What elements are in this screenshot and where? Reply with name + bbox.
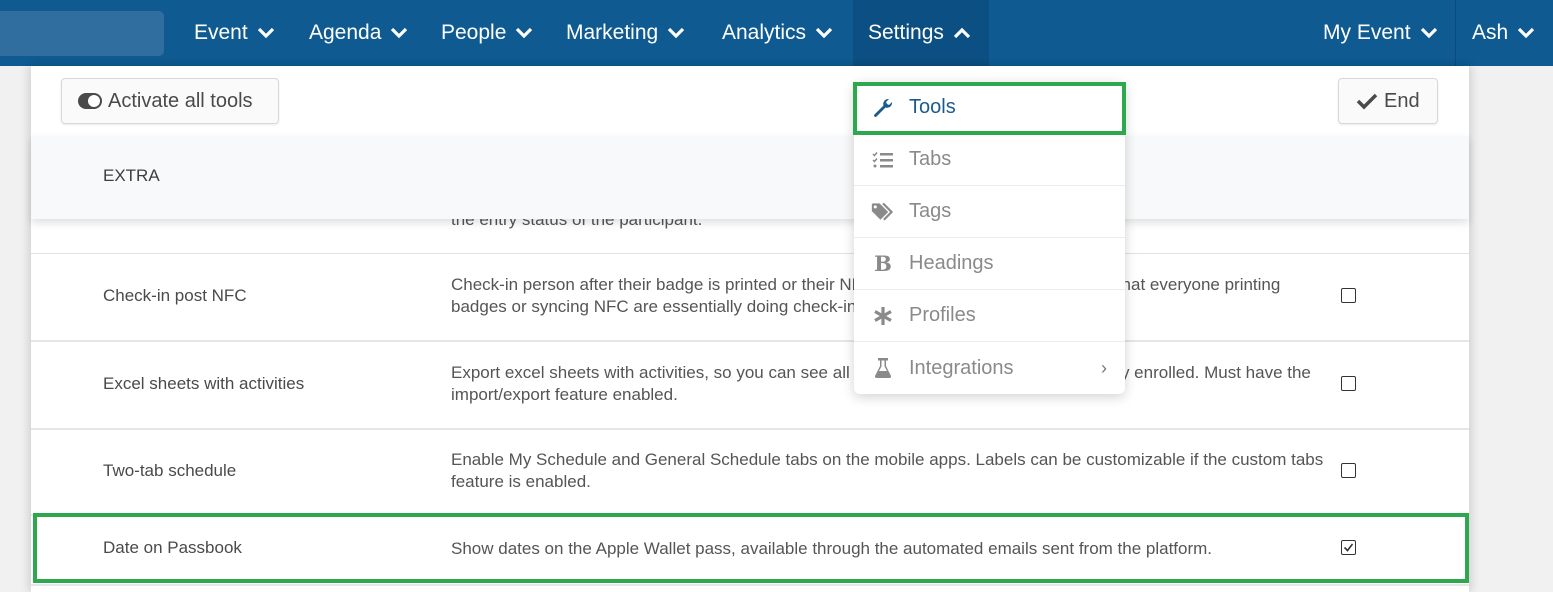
chevron-down-icon <box>1518 27 1535 39</box>
table-row: Two-tab schedule Enable My Schedule and … <box>31 430 1469 516</box>
chevron-down-icon <box>391 27 408 39</box>
row-checkbox[interactable] <box>1341 288 1356 303</box>
checkmark-icon <box>1343 543 1354 552</box>
row-name: Date on Passbook <box>103 538 242 557</box>
chevron-down-icon <box>257 27 274 39</box>
row-name: Excel sheets with activities <box>103 374 305 393</box>
chevron-right-icon: › <box>1101 357 1107 378</box>
event-selector[interactable]: My Event <box>1308 0 1453 66</box>
row-name: Check-in post NFC <box>103 286 247 305</box>
menu-item-tags[interactable]: Tags <box>854 186 1125 238</box>
nav-item-label: Settings <box>868 21 944 44</box>
tools-panel: Activate all tools End EXTRA the entry s… <box>31 66 1469 592</box>
menu-item-profiles[interactable]: Profiles <box>854 290 1125 342</box>
menu-item-tabs[interactable]: Tabs <box>854 134 1125 186</box>
end-label: End <box>1384 89 1420 112</box>
nav-item-marketing[interactable]: Marketing <box>551 0 700 66</box>
wrench-icon <box>871 96 895 120</box>
nav-item-label: People <box>441 21 507 44</box>
row-checkbox[interactable] <box>1341 376 1356 391</box>
check-icon <box>1356 93 1378 110</box>
flask-icon <box>871 356 895 380</box>
row-description: the entry status of the participant. <box>451 219 703 229</box>
user-menu[interactable]: Ash <box>1457 0 1550 66</box>
table-row-partial: the entry status of the participant. <box>31 219 1469 254</box>
nav-item-label: Analytics <box>722 21 807 44</box>
section-title: EXTRA <box>103 166 160 185</box>
activate-all-tools-button[interactable]: Activate all tools <box>61 78 279 124</box>
table-row: Excel sheets with activities Export exce… <box>31 342 1469 430</box>
nav-item-analytics[interactable]: Analytics <box>707 0 848 66</box>
chevron-down-icon <box>1420 27 1437 39</box>
row-name: Two-tab schedule <box>103 461 237 480</box>
toolbar: Activate all tools End <box>31 66 1469 136</box>
nav-search-box[interactable] <box>0 11 164 56</box>
menu-item-headings[interactable]: B Headings <box>854 238 1125 290</box>
chevron-down-icon <box>668 27 685 39</box>
bold-icon: B <box>874 251 892 276</box>
toggle-icon <box>78 93 102 109</box>
nav-item-agenda[interactable]: Agenda <box>294 0 423 66</box>
nav-item-settings[interactable]: Settings <box>853 0 989 66</box>
chevron-down-icon <box>516 27 533 39</box>
event-selector-label: My Event <box>1323 21 1411 44</box>
nav-item-label: Agenda <box>309 21 382 44</box>
asterisk-icon <box>871 304 895 328</box>
row-checkbox[interactable] <box>1341 463 1356 478</box>
list-check-icon <box>871 148 895 172</box>
settings-dropdown-menu: Tools Tabs Tags B Headings Profiles Inte… <box>854 82 1125 394</box>
menu-item-label: Headings <box>909 252 994 274</box>
menu-item-label: Integrations <box>909 356 1014 379</box>
menu-item-label: Tags <box>909 200 952 222</box>
user-name: Ash <box>1472 21 1509 44</box>
table-row: Date on Passbook Show dates on the Apple… <box>31 516 1469 586</box>
section-header: EXTRA <box>31 136 1469 219</box>
nav-item-event[interactable]: Event <box>179 0 290 66</box>
menu-item-integrations[interactable]: Integrations › <box>854 342 1125 394</box>
menu-item-label: Profiles <box>909 304 976 326</box>
row-description: Enable My Schedule and General Schedule … <box>451 450 1324 491</box>
menu-item-label: Tabs <box>909 148 952 170</box>
nav-item-label: Event <box>194 21 248 44</box>
menu-item-tools[interactable]: Tools <box>854 82 1125 134</box>
nav-divider <box>1455 0 1456 66</box>
chevron-down-icon <box>815 27 833 39</box>
row-checkbox-checked[interactable] <box>1341 540 1356 555</box>
menu-item-label: Tools <box>909 96 956 118</box>
nav-item-people[interactable]: People <box>426 0 548 66</box>
top-navigation: Event Agenda People Marketing Analytics … <box>0 0 1553 66</box>
nav-item-label: Marketing <box>566 21 659 44</box>
chevron-up-icon <box>953 27 971 39</box>
tags-icon <box>871 200 895 224</box>
row-description: Show dates on the Apple Wallet pass, ava… <box>451 539 1213 558</box>
table-row: Check-in post NFC Check-in person after … <box>31 254 1469 342</box>
dropdown-caret <box>888 69 912 82</box>
activate-all-tools-label: Activate all tools <box>108 89 253 112</box>
end-button[interactable]: End <box>1338 78 1438 124</box>
